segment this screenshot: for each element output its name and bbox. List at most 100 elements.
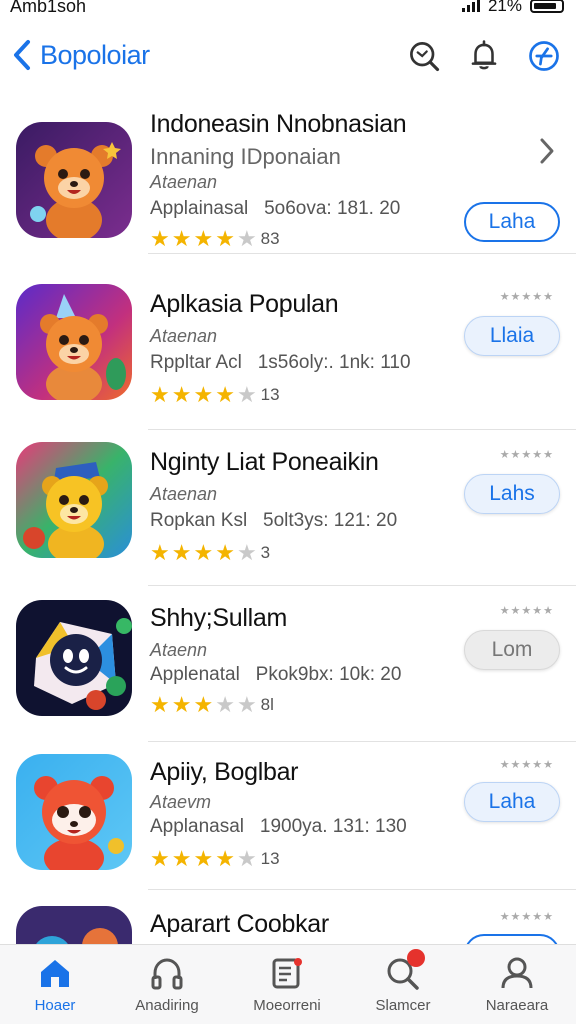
profile-icon <box>501 957 533 989</box>
star-icon: ★ <box>215 382 235 407</box>
app-category: Ataenan <box>150 326 218 346</box>
star-icon: ★ <box>150 846 170 871</box>
app-meta-value: Pkok9bx: 10k: 20 <box>255 664 402 685</box>
home-icon <box>41 960 69 987</box>
app-row[interactable]: Nginty Liat Poneaikin Ataenan Ropkan Ksl… <box>0 430 576 586</box>
app-row[interactable]: Apiiy, Boglbar Ataevm Applanasal 1900ya.… <box>0 740 576 894</box>
app-meta-value: 5olt3ys: 121: 20 <box>263 510 398 531</box>
app-category: Ataenan <box>150 172 218 192</box>
battery-icon <box>530 0 564 13</box>
app-meta: Applenatal Pkok9bx: 10k: 20 <box>150 664 401 686</box>
star-icon: ★ <box>215 226 235 251</box>
search-icon[interactable] <box>404 36 444 76</box>
star-icon: ★ <box>236 226 257 251</box>
app-title[interactable]: Apiiy, Boglbar <box>150 758 299 787</box>
tab-label: Naraeara <box>485 997 549 1014</box>
get-button[interactable]: Laha <box>464 782 560 822</box>
tab-label: Anadiring <box>135 997 199 1014</box>
app-row[interactable]: Indoneasin Nnobnasian Innaning IDponaian… <box>0 100 576 254</box>
app-subtitle: Innaning IDponaian <box>150 144 341 169</box>
app-icon-bear[interactable] <box>16 122 132 238</box>
app-icon-yellow-bear[interactable] <box>16 442 132 558</box>
tab-home[interactable]: Hoaer <box>0 955 110 1014</box>
star-icon: ★ <box>236 692 257 717</box>
tab-label: Hoaer <box>34 997 76 1014</box>
notes-icon <box>272 958 302 989</box>
app-meta-label: Applenatal <box>150 664 240 685</box>
star-icon: ★ <box>215 846 235 871</box>
star-icon: ★ <box>171 540 192 565</box>
tab-audio[interactable]: Anadiring <box>112 955 222 1014</box>
get-button[interactable]: Lom <box>464 630 560 670</box>
rating-count: 3 <box>260 543 271 562</box>
app-meta-label: Rppltar Acl <box>150 352 242 373</box>
chevron-right-icon[interactable] <box>538 136 556 166</box>
rating-count: 13 <box>260 385 280 404</box>
star-icon: ★ <box>236 382 257 407</box>
tab-bar: Hoaer Anadiring Moeorreni Slamcer Naraea… <box>0 944 576 1024</box>
star-icon: ★ <box>171 226 192 251</box>
app-row[interactable]: Shhy;Sullam Ataenn Applenatal Pkok9bx: 1… <box>0 586 576 742</box>
star-rating: ★ ★ ★ ★ ★ 13 <box>150 384 280 406</box>
tab-notes[interactable]: Moeorreni <box>232 955 342 1014</box>
more-dots: ★★★★★ <box>499 759 554 771</box>
back-button[interactable]: Bopoloiar <box>10 38 150 72</box>
star-rating: ★ ★ ★ ★ ★ 13 <box>150 848 280 870</box>
app-icon-red-panda[interactable] <box>16 754 132 870</box>
tab-profile[interactable]: Naraeara <box>462 955 572 1014</box>
divider <box>148 889 576 890</box>
carrier-label: Amb1soh <box>10 0 87 16</box>
tab-search[interactable]: Slamcer <box>348 949 458 1014</box>
signal-icon <box>461 0 480 12</box>
star-icon: ★ <box>193 540 214 565</box>
star-icon: ★ <box>171 846 192 871</box>
app-meta-label: Applainasal <box>150 198 249 219</box>
more-dots: ★★★★★ <box>499 291 554 303</box>
app-title[interactable]: Aparart Coobkar <box>150 910 329 939</box>
app-title[interactable]: Nginty Liat Poneaikin <box>150 448 379 477</box>
divider <box>148 253 576 254</box>
more-dots: ★★★★★ <box>499 605 554 617</box>
star-icon: ★ <box>150 382 170 407</box>
battery-percent: 21% <box>487 0 522 15</box>
star-icon: ★ <box>215 540 235 565</box>
app-icon-robot[interactable] <box>16 600 132 716</box>
app-category: Ataevm <box>150 792 212 812</box>
app-meta-label: Applanasal <box>150 816 245 837</box>
app-meta: Rppltar Acl 1s56oly:. 1nk: 110 <box>150 352 411 374</box>
rating-count: 83 <box>260 229 280 248</box>
app-meta-label: Ropkan Ksl <box>150 510 248 531</box>
star-rating: ★ ★ ★ ★ ★ 8l <box>150 694 274 716</box>
rating-count: 8l <box>260 695 274 714</box>
star-icon: ★ <box>193 692 214 717</box>
app-title[interactable]: Aplkasia Populan <box>150 290 339 319</box>
app-meta: Applainasal 5o6ova: 181. 20 <box>150 198 400 220</box>
app-category: Ataenan <box>150 484 218 504</box>
compass-icon[interactable] <box>524 36 564 76</box>
app-row[interactable]: Aplkasia Populan Ataenan Rppltar Acl 1s5… <box>0 272 576 430</box>
star-icon: ★ <box>236 540 257 565</box>
star-icon: ★ <box>171 692 192 717</box>
app-meta: Ropkan Ksl 5olt3ys: 121: 20 <box>150 510 397 532</box>
app-icon-party-bear[interactable] <box>16 284 132 400</box>
back-label: Bopoloiar <box>40 39 150 70</box>
star-icon: ★ <box>193 226 214 251</box>
star-icon: ★ <box>150 226 170 251</box>
app-meta: Applanasal 1900ya. 131: 130 <box>150 816 407 838</box>
star-icon: ★ <box>193 846 214 871</box>
bell-icon[interactable] <box>464 36 504 76</box>
get-button[interactable]: Lahs <box>464 474 560 514</box>
headphones-icon <box>151 958 183 990</box>
more-dots: ★★★★★ <box>499 449 554 461</box>
star-rating: ★ ★ ★ ★ ★ 3 <box>150 542 270 564</box>
star-icon: ★ <box>236 846 257 871</box>
star-icon: ★ <box>150 540 170 565</box>
star-icon: ★ <box>150 692 170 717</box>
app-meta-value: 5o6ova: 181. 20 <box>264 198 401 219</box>
app-title[interactable]: Shhy;Sullam <box>150 604 287 633</box>
get-button[interactable]: Laha <box>464 202 560 242</box>
app-title[interactable]: Indoneasin Nnobnasian <box>150 110 407 139</box>
more-dots: ★★★★★ <box>499 911 554 923</box>
navigation-bar: Bopoloiar <box>0 30 576 86</box>
get-button[interactable]: Llaia <box>464 316 560 356</box>
